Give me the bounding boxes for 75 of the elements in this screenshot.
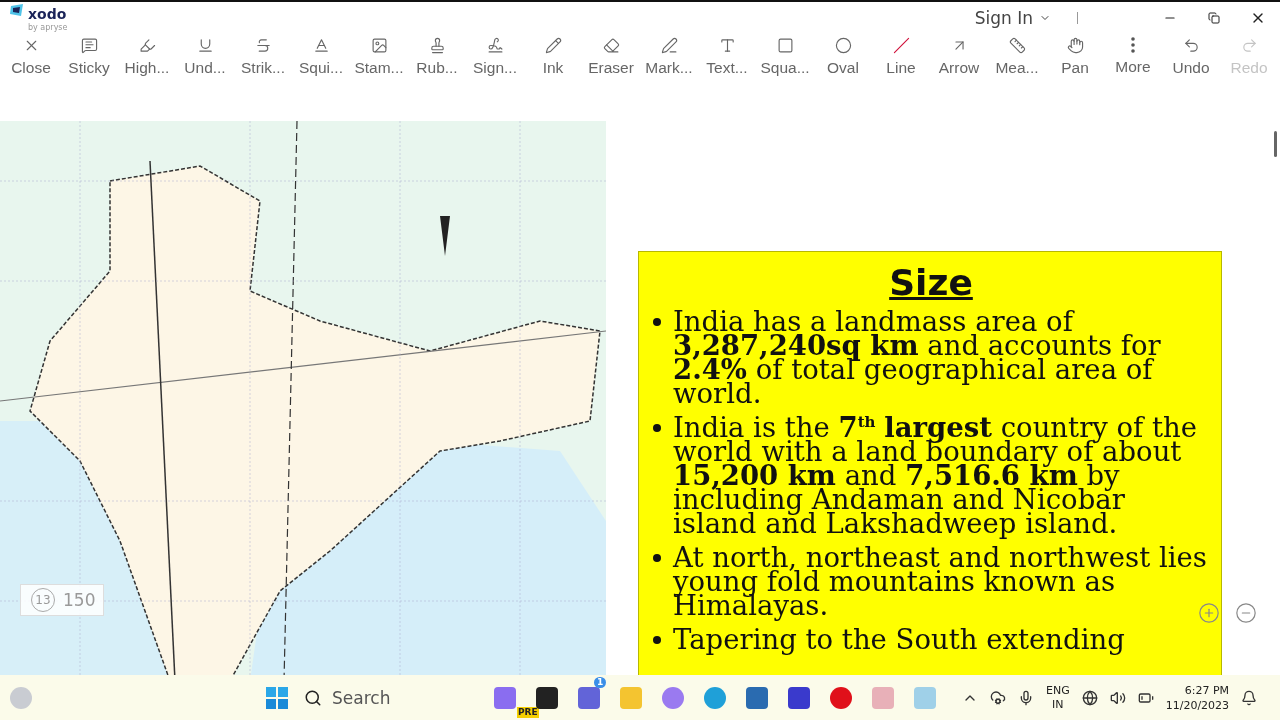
toolbar-button[interactable]: Squi... [292, 34, 350, 86]
image-icon [370, 37, 388, 54]
store-icon[interactable] [746, 686, 768, 709]
toolbar-button[interactable]: Pan [1046, 34, 1104, 86]
browser-icon[interactable] [830, 686, 852, 709]
toolbar-button[interactable]: Undo [1162, 34, 1220, 86]
copilot-icon[interactable] [494, 686, 516, 709]
bullet-text: India has a landmass area of 3,287,240sq km and accounts for 2.4% of total geographical area of world. [673, 309, 1162, 405]
language-indicator[interactable]: ENG IN [1046, 683, 1070, 712]
search-icon [304, 688, 322, 707]
clock[interactable]: 6:27 PM 11/20/2023 [1165, 682, 1230, 713]
stamp-icon [428, 37, 446, 54]
toolbar-button[interactable]: Text... [698, 34, 756, 86]
toolbar-button[interactable]: Squa... [756, 34, 814, 86]
toolbar-button[interactable]: Ink [524, 34, 582, 86]
browser-icon[interactable] [704, 686, 726, 709]
bell-icon[interactable] [1241, 689, 1258, 706]
underline-icon [196, 37, 214, 54]
search-field[interactable]: Search [294, 680, 484, 715]
undo-icon [1182, 37, 1200, 54]
bullet-icon [653, 554, 661, 562]
toolbar-button[interactable]: Mea... [988, 34, 1046, 86]
microphone-icon[interactable] [1018, 689, 1034, 706]
highlighter-icon [138, 37, 156, 54]
notification-badge: 1 [594, 677, 607, 688]
eraser-icon [602, 37, 620, 54]
more-icon [1131, 37, 1135, 53]
toolbar-button[interactable]: Oval [814, 34, 872, 86]
sign-in-button[interactable]: Sign In [968, 7, 1057, 29]
chat-icon[interactable] [578, 686, 600, 709]
cloud-icon[interactable] [990, 689, 1006, 706]
windows-icon[interactable] [266, 686, 288, 709]
app-icon[interactable] [536, 686, 558, 709]
app-icon[interactable] [788, 686, 810, 709]
circle-icon [834, 37, 852, 54]
toolbar-button[interactable]: Eraser [582, 34, 640, 86]
toolbar-button[interactable]: High... [118, 34, 176, 86]
line-icon [892, 37, 910, 54]
strikethrough-icon [254, 37, 272, 54]
speaker-icon[interactable] [1109, 689, 1126, 706]
toolbar-button[interactable]: Stam... [350, 34, 408, 86]
letter-icon [312, 37, 330, 54]
comment-icon [80, 37, 98, 54]
bullet-icon [653, 424, 661, 432]
toolbar-button[interactable]: Arrow [930, 34, 988, 86]
toolbar-button[interactable]: Sticky [60, 34, 118, 86]
toolbar-button[interactable]: Mark... [640, 34, 698, 86]
ruler-icon [1008, 37, 1026, 54]
app-name: xodo [28, 6, 67, 22]
toolbar-button[interactable]: Close [2, 34, 60, 86]
toolbar-button[interactable]: Line [872, 34, 930, 86]
toolbar-button[interactable]: More [1104, 34, 1162, 86]
logo-icon [10, 4, 24, 16]
pencil-icon [544, 37, 562, 54]
bullet-icon [653, 636, 661, 644]
scrollbar-thumb[interactable] [1274, 131, 1277, 157]
toolbar-button[interactable]: Und... [176, 34, 234, 86]
redo-icon [1240, 37, 1258, 54]
zoom-out-button[interactable] [1235, 602, 1257, 624]
toolbar-button[interactable]: Sign... [466, 34, 524, 86]
zoom-in-button[interactable] [1198, 602, 1220, 624]
page-total: 150 [63, 590, 96, 610]
restore-icon [1208, 12, 1220, 24]
bullet-icon [653, 318, 661, 326]
pen-icon [660, 37, 678, 54]
square-icon [776, 37, 794, 54]
preview-badge: PRE [517, 707, 539, 718]
globe-icon[interactable] [1081, 689, 1098, 706]
toolbar-button[interactable]: Strik... [234, 34, 292, 86]
slide-title: Size [888, 262, 974, 303]
hand-icon [1066, 37, 1084, 54]
toolbar-button[interactable]: Rub... [408, 34, 466, 86]
text-icon [718, 37, 736, 54]
app-byline: by apryse [28, 23, 68, 32]
signature-icon [486, 37, 504, 54]
